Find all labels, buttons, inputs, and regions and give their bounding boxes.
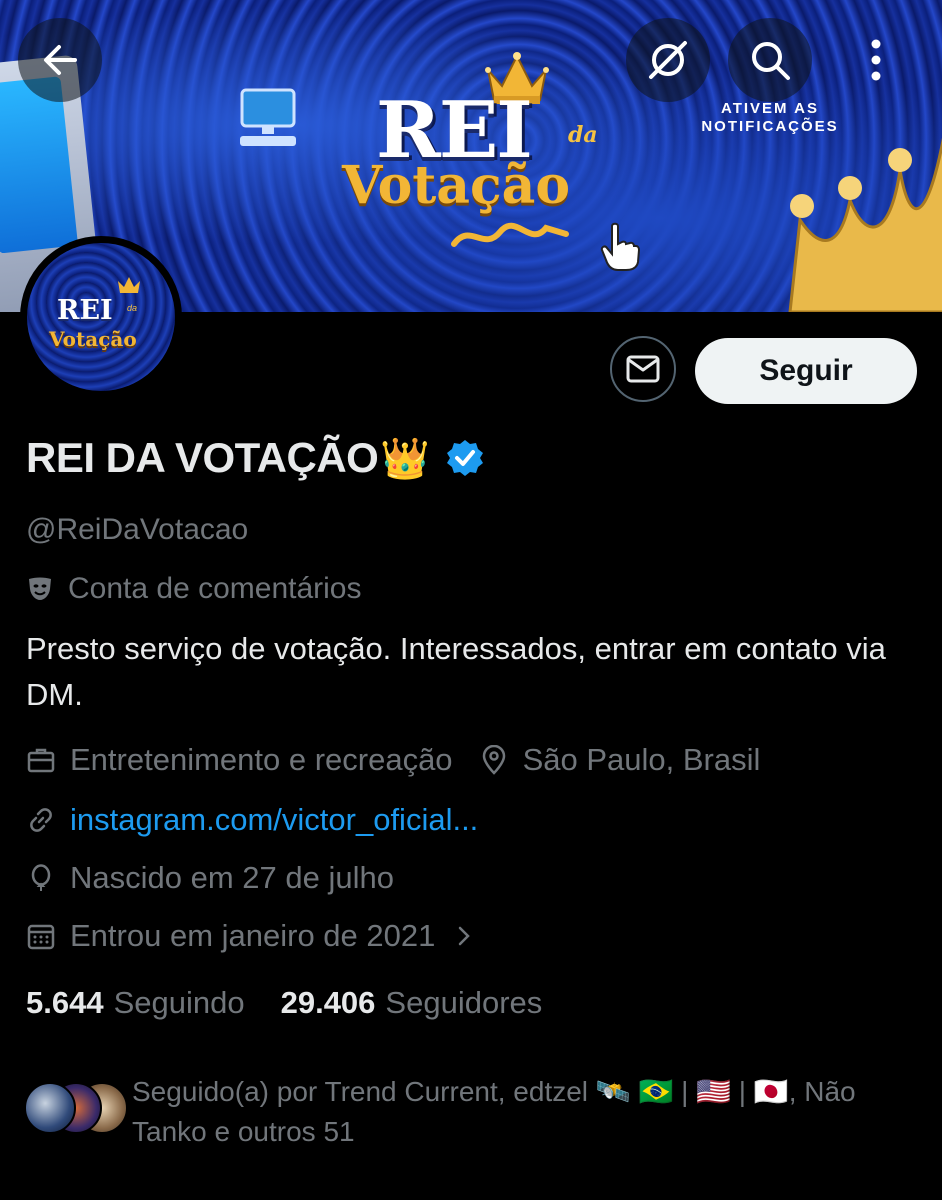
crown-icon bbox=[118, 277, 140, 293]
message-button[interactable] bbox=[610, 336, 676, 402]
calendar-icon bbox=[27, 924, 55, 950]
notification-line-1: ATIVEM AS bbox=[720, 100, 819, 117]
location-pin-icon bbox=[482, 745, 505, 775]
profile-avatar[interactable]: REI da Votação bbox=[20, 236, 182, 398]
avatar-image: REI da Votação bbox=[27, 243, 175, 391]
verified-badge-icon[interactable] bbox=[446, 439, 484, 477]
following-count: 5.644 bbox=[26, 985, 104, 1020]
birthday-text: Nascido em 27 de julho bbox=[70, 860, 394, 895]
website-link[interactable]: instagram.com/victor_oficial... bbox=[70, 802, 478, 838]
account-label[interactable]: Conta de comentários bbox=[26, 572, 362, 606]
crown-emoji: 👑 bbox=[380, 436, 431, 481]
arrow-left-icon bbox=[44, 45, 77, 75]
banner-title-votacao: Votação bbox=[342, 155, 571, 216]
category-text: Entretenimento e recreação bbox=[70, 742, 453, 777]
balloon-icon bbox=[31, 864, 51, 891]
followed-by-text: Seguido(a) por Trend Current, edtzel 🛰️ … bbox=[132, 1076, 856, 1147]
chevron-right-icon bbox=[459, 926, 471, 946]
back-button[interactable] bbox=[18, 18, 102, 102]
more-options-button[interactable] bbox=[834, 18, 918, 102]
link-icon bbox=[30, 808, 52, 832]
disconnected-icon bbox=[649, 41, 687, 79]
follower-avatars bbox=[24, 1082, 128, 1138]
briefcase-icon bbox=[27, 748, 55, 773]
following-label: Seguindo bbox=[113, 985, 245, 1020]
profile-meta-joined[interactable]: Entrou em janeiro de 2021 bbox=[26, 918, 475, 954]
offline-button[interactable] bbox=[626, 18, 710, 102]
following-stat[interactable]: 5.644 Seguindo bbox=[26, 985, 245, 1021]
follow-button[interactable]: Seguir bbox=[695, 338, 917, 404]
followers-count: 29.406 bbox=[280, 985, 376, 1020]
profile-meta-birthday: Nascido em 27 de julho bbox=[26, 860, 394, 896]
swirl-decoration bbox=[451, 222, 569, 247]
profile-name: REI DA VOTAÇÃO bbox=[26, 434, 379, 481]
more-vertical-icon bbox=[871, 39, 881, 81]
avatar-text-da: da bbox=[127, 303, 138, 313]
banner-title-da: da bbox=[568, 122, 598, 148]
theater-mask-icon bbox=[29, 577, 51, 600]
profile-bio: Presto serviço de votação. Interessados,… bbox=[26, 631, 886, 712]
notification-banner-text: ATIVEM AS NOTIFICAÇÕES bbox=[690, 100, 850, 136]
hand-cursor-icon bbox=[600, 222, 640, 271]
followers-stat[interactable]: 29.406 Seguidores bbox=[281, 985, 543, 1021]
profile-name-row: REI DA VOTAÇÃO 👑 bbox=[26, 434, 484, 482]
computer-icon bbox=[240, 88, 296, 146]
followers-label: Seguidores bbox=[385, 985, 543, 1020]
avatar-text-rei: REI bbox=[57, 295, 113, 326]
account-label-text: Conta de comentários bbox=[68, 572, 362, 605]
profile-handle: @ReiDaVotacao bbox=[26, 513, 249, 546]
avatar bbox=[24, 1082, 76, 1134]
joined-text: Entrou em janeiro de 2021 bbox=[70, 918, 436, 953]
search-icon bbox=[752, 42, 790, 80]
location-text: São Paulo, Brasil bbox=[522, 742, 761, 777]
search-button[interactable] bbox=[728, 18, 812, 102]
follow-stats: 5.644 Seguindo 29.406 Seguidores bbox=[26, 985, 542, 1021]
notification-line-2: NOTIFICAÇÕES bbox=[701, 118, 839, 135]
profile-meta-category-location: Entretenimento e recreação São Paulo, Br… bbox=[26, 742, 760, 778]
avatar-text-votacao: Votação bbox=[49, 327, 137, 351]
mail-icon bbox=[626, 355, 660, 383]
profile-meta-website: instagram.com/victor_oficial... bbox=[26, 802, 478, 838]
